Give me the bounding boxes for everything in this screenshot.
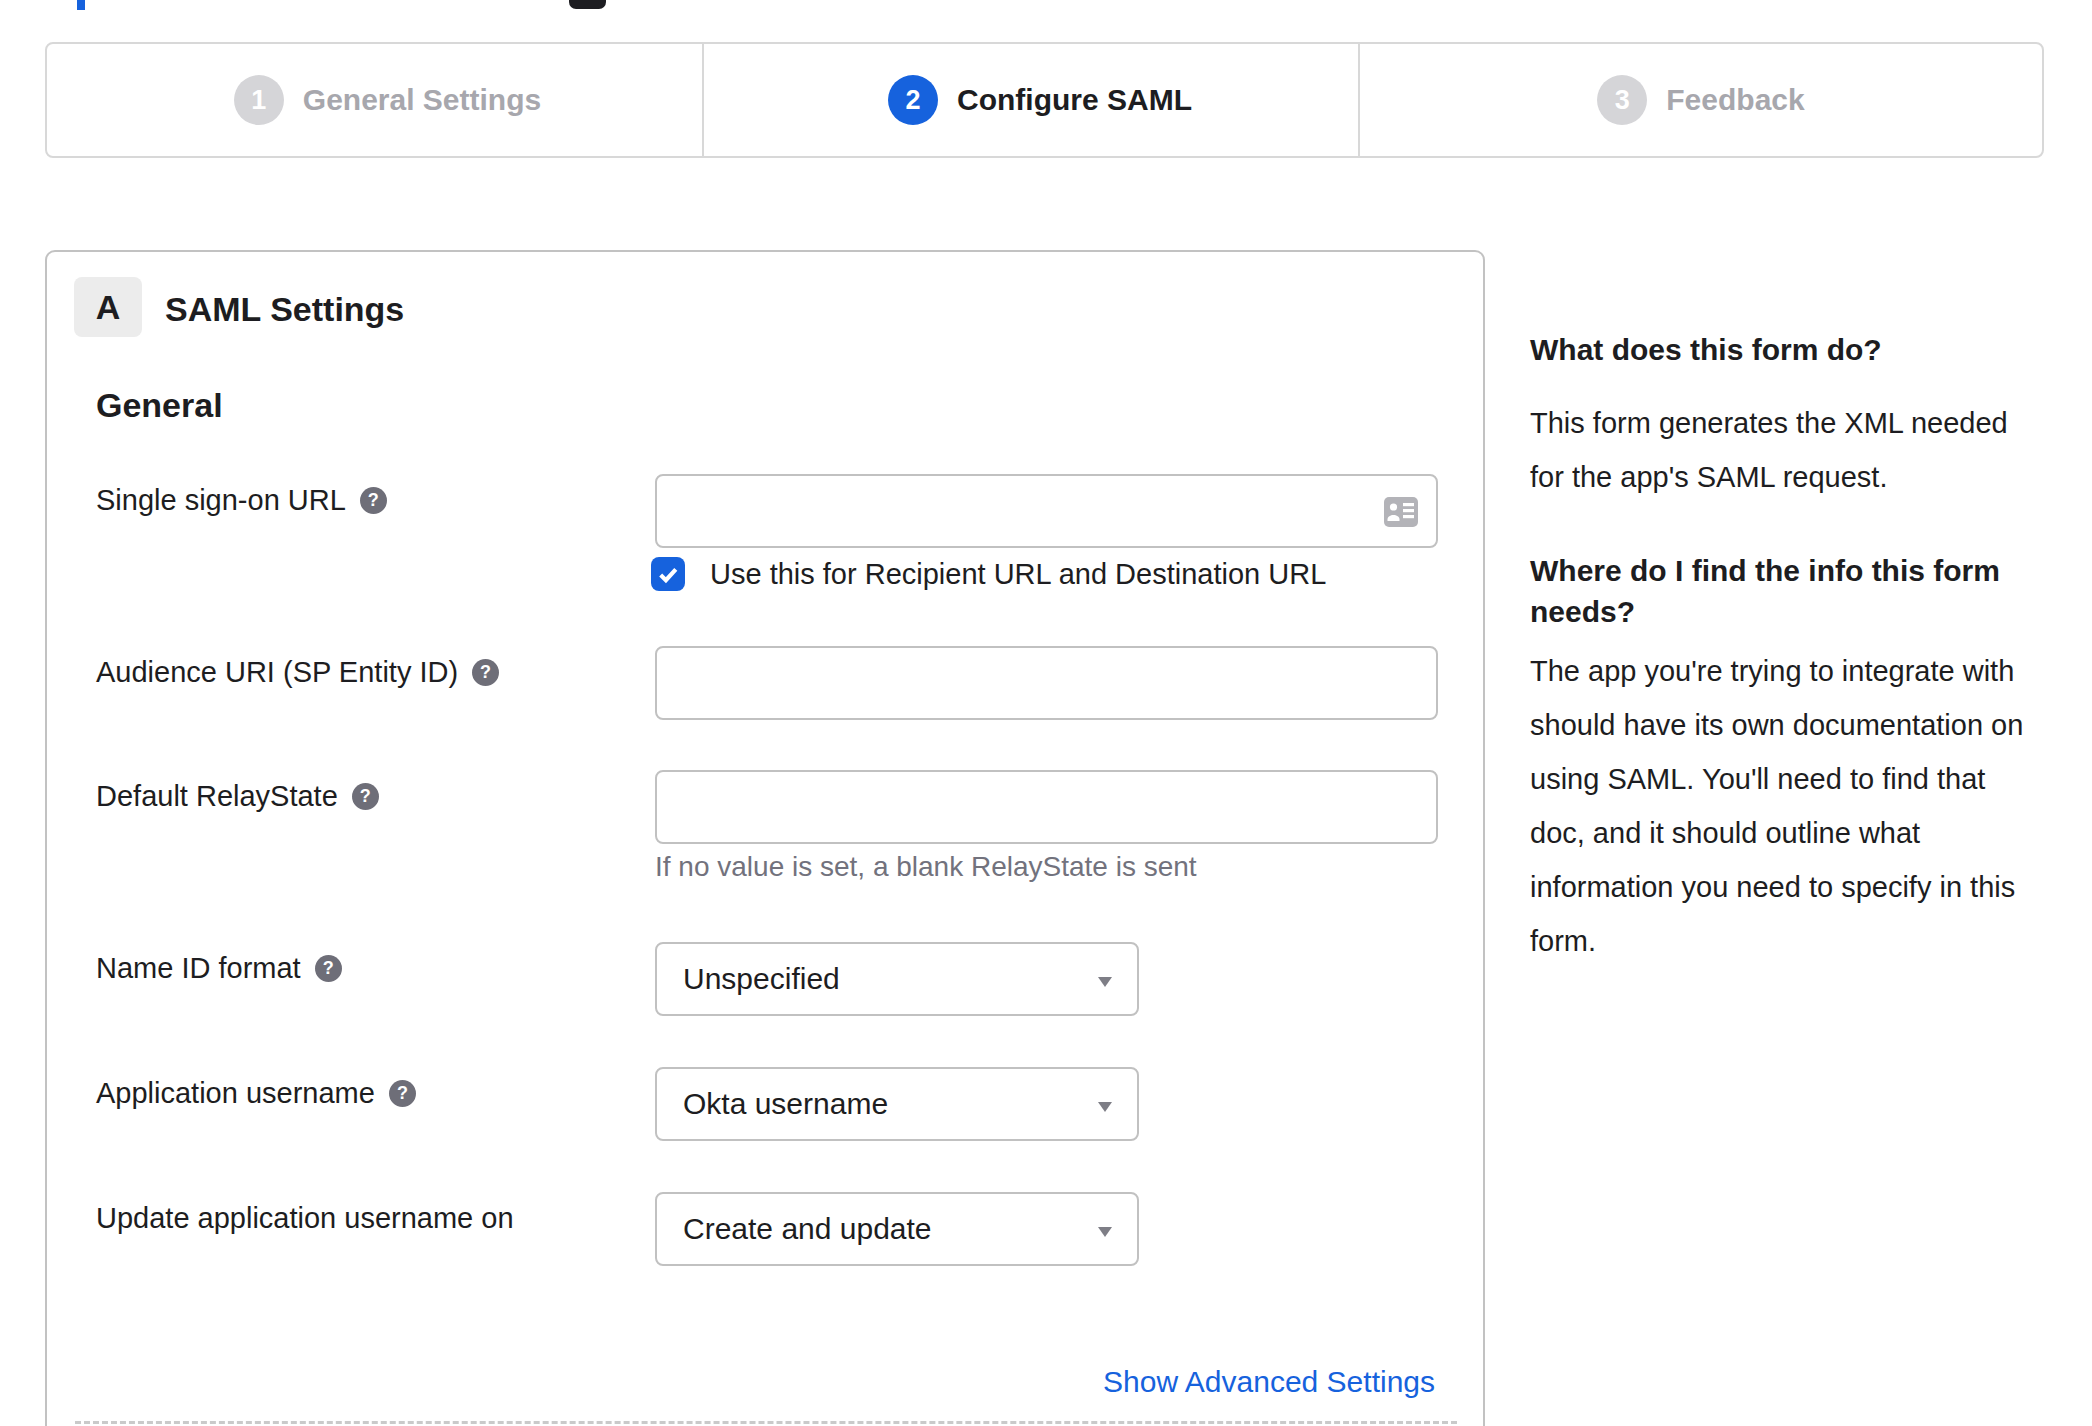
nameid-select[interactable]: Unspecified bbox=[655, 942, 1139, 1016]
audience-uri-help-icon[interactable]: ? bbox=[472, 659, 499, 686]
sidebar-paragraph-1: This form generates the XML needed for t… bbox=[1530, 396, 2008, 504]
sso-url-label: Single sign-on URL bbox=[96, 483, 346, 517]
step-configure-saml[interactable]: 2 Configure SAML bbox=[704, 44, 1360, 156]
step-2-circle: 2 bbox=[888, 75, 938, 125]
nameid-label: Name ID format bbox=[96, 951, 301, 985]
nameid-select-value: Unspecified bbox=[683, 962, 840, 996]
relaystate-label: Default RelayState bbox=[96, 779, 338, 813]
appuser-label: Application username bbox=[96, 1076, 375, 1110]
relaystate-label-row: Default RelayState ? bbox=[96, 779, 379, 813]
step-3-label: Feedback bbox=[1666, 83, 1804, 117]
appuser-select[interactable]: Okta username bbox=[655, 1067, 1139, 1141]
step-general-settings[interactable]: 1 General Settings bbox=[47, 44, 704, 156]
saml-settings-panel: A SAML Settings General Single sign-on U… bbox=[45, 250, 1485, 1426]
section-badge-a: A bbox=[74, 277, 142, 337]
relaystate-help-icon[interactable]: ? bbox=[352, 783, 379, 810]
sidebar-heading-1: What does this form do? bbox=[1530, 329, 1882, 370]
nameid-label-row: Name ID format ? bbox=[96, 951, 342, 985]
cutoff-icon-fragment-dark bbox=[569, 0, 606, 9]
appuser-caret-icon bbox=[1098, 1102, 1112, 1112]
audience-uri-label-row: Audience URI (SP Entity ID) ? bbox=[96, 655, 499, 689]
updateuser-caret-icon bbox=[1098, 1227, 1112, 1237]
appuser-label-row: Application username ? bbox=[96, 1076, 416, 1110]
relaystate-hint: If no value is set, a blank RelayState i… bbox=[655, 851, 1197, 883]
updateuser-label: Update application username on bbox=[96, 1201, 514, 1235]
step-3-circle: 3 bbox=[1597, 75, 1647, 125]
cutoff-title-fragment-blue bbox=[77, 0, 85, 10]
nameid-help-icon[interactable]: ? bbox=[315, 955, 342, 982]
section-divider-dashed bbox=[75, 1421, 1457, 1424]
contact-card-icon bbox=[1384, 497, 1418, 527]
audience-uri-label: Audience URI (SP Entity ID) bbox=[96, 655, 458, 689]
section-title: SAML Settings bbox=[165, 290, 404, 329]
relaystate-input[interactable] bbox=[655, 770, 1438, 844]
step-1-label: General Settings bbox=[303, 83, 541, 117]
appuser-help-icon[interactable]: ? bbox=[389, 1080, 416, 1107]
recipient-url-checkbox-label: Use this for Recipient URL and Destinati… bbox=[710, 558, 1326, 591]
sidebar-paragraph-2: The app you're trying to integrate with … bbox=[1530, 644, 2023, 968]
show-advanced-settings-link[interactable]: Show Advanced Settings bbox=[1103, 1365, 1435, 1399]
updateuser-label-row: Update application username on bbox=[96, 1201, 514, 1235]
wizard-stepper: 1 General Settings 2 Configure SAML 3 Fe… bbox=[45, 42, 2044, 158]
sso-url-help-icon[interactable]: ? bbox=[360, 487, 387, 514]
step-1-circle: 1 bbox=[234, 75, 284, 125]
group-heading-general: General bbox=[96, 386, 223, 425]
recipient-url-checkbox[interactable] bbox=[651, 557, 685, 591]
step-feedback[interactable]: 3 Feedback bbox=[1360, 44, 2042, 156]
sso-url-label-row: Single sign-on URL ? bbox=[96, 483, 387, 517]
updateuser-select[interactable]: Create and update bbox=[655, 1192, 1139, 1266]
sso-url-input[interactable] bbox=[655, 474, 1438, 548]
checkmark-icon bbox=[656, 562, 681, 587]
appuser-select-value: Okta username bbox=[683, 1087, 888, 1121]
audience-uri-input[interactable] bbox=[655, 646, 1438, 720]
sidebar-heading-2: Where do I find the info this form needs… bbox=[1530, 550, 2000, 632]
nameid-caret-icon bbox=[1098, 977, 1112, 987]
step-2-label: Configure SAML bbox=[957, 83, 1192, 117]
updateuser-select-value: Create and update bbox=[683, 1212, 932, 1246]
sso-checkbox-row: Use this for Recipient URL and Destinati… bbox=[651, 557, 1326, 591]
